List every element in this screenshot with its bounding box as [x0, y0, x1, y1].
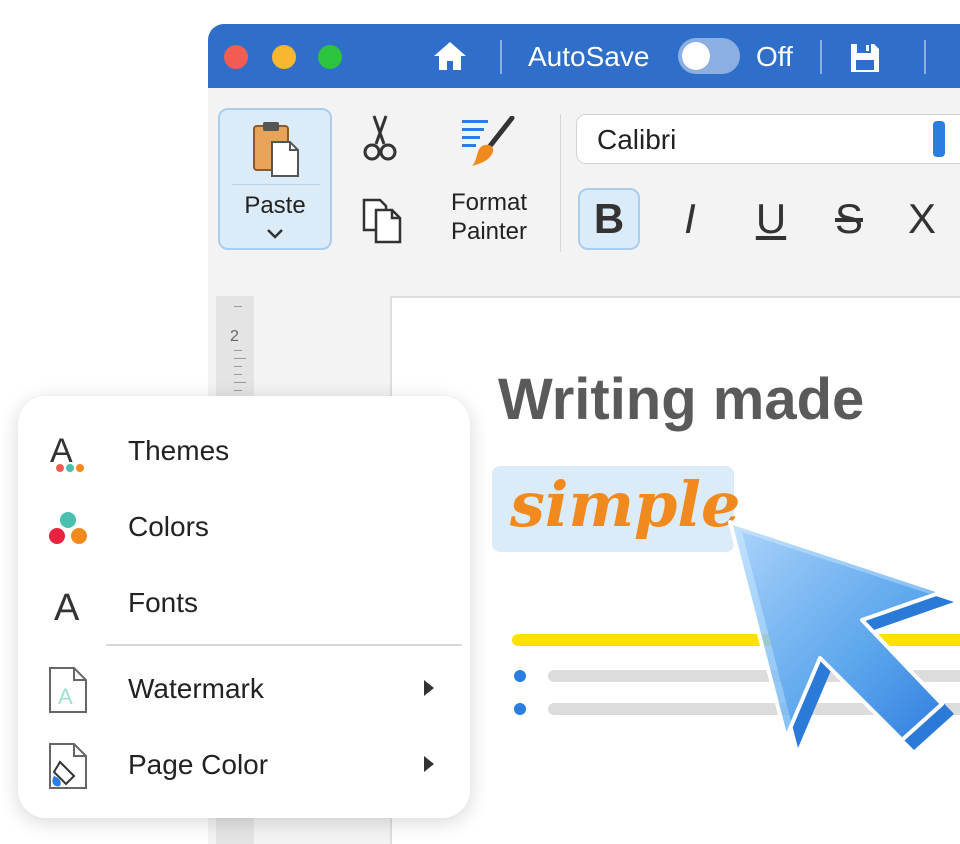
- underline-button[interactable]: U: [746, 188, 796, 250]
- zoom-window-button[interactable]: [318, 45, 342, 69]
- autosave-state-label: Off: [756, 41, 793, 72]
- paste-divider: [232, 184, 320, 185]
- highlighted-word: simple: [510, 468, 741, 541]
- menu-item-label: Colors: [128, 511, 209, 542]
- titlebar-separator: [820, 40, 822, 74]
- bold-button[interactable]: B: [578, 188, 640, 250]
- menu-item-label: Themes: [128, 435, 230, 466]
- chevron-right-icon: [424, 680, 434, 696]
- menu-divider: [106, 644, 462, 646]
- font-name-input[interactable]: Calibri: [576, 114, 960, 164]
- page-color-icon: [49, 743, 87, 789]
- titlebar-separator: [500, 40, 502, 74]
- menu-item-label: Page Color: [128, 749, 269, 780]
- paste-icon: [253, 122, 299, 177]
- menu-item-page-color[interactable]: Page Color: [18, 730, 470, 800]
- chevron-right-icon: [424, 756, 434, 772]
- watermark-icon: A: [49, 667, 87, 713]
- ribbon: Paste Format Painter Calibri B I U S X: [208, 88, 960, 264]
- toggle-knob: [682, 42, 710, 70]
- menu-item-label: Watermark: [128, 673, 264, 704]
- subscript-button[interactable]: X: [902, 188, 942, 250]
- titlebar-separator: [924, 40, 926, 74]
- colors-icon: [49, 512, 87, 544]
- menu-item-fonts[interactable]: A Fonts: [18, 568, 470, 638]
- format-painter-icon[interactable]: [460, 116, 518, 168]
- ribbon-separator: [560, 114, 561, 252]
- scissors-icon[interactable]: [360, 114, 400, 162]
- autosave-toggle[interactable]: [678, 38, 740, 74]
- minimize-window-button[interactable]: [272, 45, 296, 69]
- mouse-pointer-icon: [728, 520, 954, 750]
- menu-item-themes[interactable]: A Themes: [18, 416, 470, 486]
- title-bar: AutoSave Off: [208, 24, 960, 88]
- svg-text:A: A: [58, 684, 73, 709]
- close-window-button[interactable]: [224, 45, 248, 69]
- svg-text:A: A: [54, 587, 80, 628]
- menu-item-colors[interactable]: Colors: [18, 492, 470, 562]
- copy-icon[interactable]: [360, 196, 404, 244]
- bullet-point: [514, 703, 526, 715]
- autosave-label: AutoSave: [528, 41, 650, 72]
- fonts-icon: A: [54, 587, 80, 628]
- bullet-point: [514, 670, 526, 682]
- menu-item-watermark[interactable]: A Watermark: [18, 654, 470, 724]
- themes-icon: A: [50, 432, 84, 472]
- paste-button[interactable]: Paste: [218, 108, 332, 250]
- paste-label: Paste: [244, 192, 306, 219]
- format-painter-label: Format Painter: [450, 189, 528, 245]
- italic-button[interactable]: I: [670, 188, 710, 250]
- menu-item-label: Fonts: [128, 587, 199, 618]
- chevron-down-icon[interactable]: [264, 226, 286, 240]
- ruler-number: 2: [230, 328, 239, 345]
- strikethrough-button[interactable]: S: [824, 188, 874, 250]
- font-dropdown-button[interactable]: [933, 121, 945, 157]
- save-icon[interactable]: [848, 41, 882, 75]
- document-headline: Writing made: [498, 367, 865, 432]
- design-menu: A Themes Colors A Fonts A Watermark Page…: [18, 396, 470, 818]
- font-name-value: Calibri: [597, 124, 677, 155]
- home-icon[interactable]: [432, 40, 468, 72]
